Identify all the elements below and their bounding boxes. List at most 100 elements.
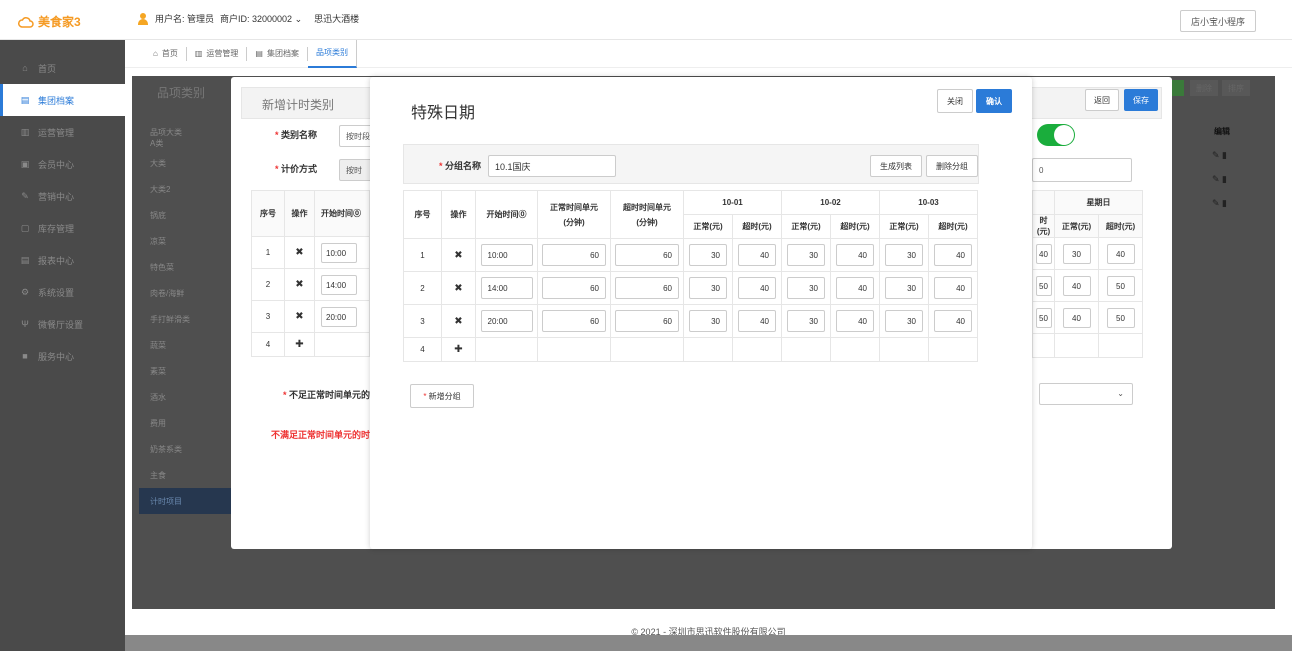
normal-price-input[interactable]: 30	[689, 277, 727, 299]
category-list-item[interactable]: 费用	[139, 410, 239, 436]
edit-delete-icons[interactable]: ✎ ▮	[1212, 174, 1227, 185]
normal-price-input[interactable]: 30	[885, 277, 923, 299]
remove-row-icon[interactable]: ✖	[441, 238, 476, 272]
overtime-price-input[interactable]: 40	[836, 310, 874, 332]
sidebar-item-service[interactable]: ■ 服务中心	[0, 340, 125, 372]
sidebar-item-home[interactable]: ⌂ 首页	[0, 52, 125, 84]
help-icon[interactable]: ⓪	[519, 210, 527, 219]
overtime-price-input[interactable]: 50	[1035, 307, 1052, 328]
overtime-price-input[interactable]: 40	[934, 310, 972, 332]
app-logo[interactable]: 美食家3	[18, 13, 81, 30]
back-button[interactable]: 返回	[1085, 89, 1119, 111]
start-time-input[interactable]: 10:00	[321, 242, 357, 263]
normal-price-input[interactable]: 30	[787, 310, 825, 332]
normal-price-input[interactable]: 30	[689, 244, 727, 266]
category-list-item[interactable]: 大类2	[139, 176, 239, 202]
overtime-unit-input[interactable]: 60	[615, 310, 679, 332]
tab-operations[interactable]: ▥ 运营管理	[187, 46, 248, 61]
start-time-input[interactable]: 14:00	[480, 277, 533, 299]
overtime-price-input[interactable]: 40	[836, 244, 874, 266]
overtime-unit-input[interactable]: 60	[615, 244, 679, 266]
overtime-price-input[interactable]: 40	[738, 277, 776, 299]
overtime-price-input[interactable]: 40	[836, 277, 874, 299]
category-list-item[interactable]: 酒水	[139, 384, 239, 410]
new-group-button[interactable]: * 新增分组	[410, 384, 474, 408]
remove-row-icon[interactable]: ✖	[284, 236, 315, 269]
category-list-item[interactable]: 手打鲜滑类	[139, 306, 239, 332]
mini-program-button[interactable]: 店小宝小程序	[1180, 10, 1256, 32]
normal-price-input[interactable]: 30	[1062, 243, 1091, 264]
background-delete-button[interactable]: 删除	[1190, 80, 1218, 96]
category-list-item[interactable]: 计时项目	[139, 488, 239, 514]
normal-price-input[interactable]: 30	[787, 277, 825, 299]
generate-list-button[interactable]: 生成列表	[870, 155, 922, 177]
merchant-dropdown[interactable]: 商户ID: 32000002 ⌄	[220, 12, 302, 25]
sidebar-item-file[interactable]: ▤ 集团档案	[0, 84, 125, 116]
sidebar-item-edit[interactable]: ✎ 营销中心	[0, 180, 125, 212]
help-icon[interactable]: ⓪	[353, 209, 361, 218]
category-list-item[interactable]: 蔬菜	[139, 332, 239, 358]
overtime-unit-input[interactable]: 60	[615, 277, 679, 299]
normal-price-input[interactable]: 30	[885, 310, 923, 332]
overtime-price-input[interactable]: 40	[1106, 243, 1135, 264]
add-row-icon[interactable]: ✚	[284, 332, 315, 357]
overtime-price-input[interactable]: 40	[738, 310, 776, 332]
category-list-item[interactable]: 主食	[139, 462, 239, 488]
enable-toggle[interactable]	[1037, 124, 1075, 146]
tab-item-category[interactable]: 品项类别	[307, 39, 357, 68]
overtime-price-input[interactable]: 50	[1106, 275, 1135, 296]
category-list-item[interactable]: 凉菜	[139, 228, 239, 254]
normal-price-input[interactable]: 40	[1062, 275, 1091, 296]
overtime-price-input[interactable]: 50	[1035, 275, 1052, 296]
normal-unit-input[interactable]: 60	[542, 244, 606, 266]
edit-icon: ✎	[21, 190, 29, 201]
start-time-input[interactable]: 20:00	[321, 306, 357, 327]
remove-row-icon[interactable]: ✖	[441, 304, 476, 338]
card-icon: ▣	[20, 158, 30, 169]
edit-delete-icons[interactable]: ✎ ▮	[1212, 198, 1227, 209]
group-name-input[interactable]: 10.1国庆	[488, 155, 616, 177]
sidebar-item-card[interactable]: ▣ 会员中心	[0, 148, 125, 180]
delete-group-button[interactable]: 删除分组	[926, 155, 978, 177]
category-list-item[interactable]: 特色菜	[139, 254, 239, 280]
sidebar-item-box[interactable]: ▢ 库存管理	[0, 212, 125, 244]
remove-row-icon[interactable]: ✖	[284, 268, 315, 301]
normal-unit-input[interactable]: 60	[542, 277, 606, 299]
start-time-input[interactable]: 10:00	[480, 244, 533, 266]
add-row-icon[interactable]: ✚	[441, 337, 476, 362]
normal-price-input[interactable]: 30	[885, 244, 923, 266]
sidebar-item-report[interactable]: ▤ 报表中心	[0, 244, 125, 276]
overtime-price-input[interactable]: 40	[738, 244, 776, 266]
confirm-button[interactable]: 确认	[976, 89, 1012, 113]
category-list-item[interactable]: 素菜	[139, 358, 239, 384]
value-input[interactable]: 0	[1032, 158, 1132, 182]
category-list-item[interactable]: 大类	[139, 150, 239, 176]
category-list-item[interactable]: 锅底	[139, 202, 239, 228]
close-button[interactable]: 关闭	[937, 89, 973, 113]
save-button[interactable]: 保存	[1124, 89, 1158, 111]
remove-row-icon[interactable]: ✖	[284, 300, 315, 333]
normal-price-input[interactable]: 40	[1062, 307, 1091, 328]
background-sort-button[interactable]: 排序	[1222, 80, 1250, 96]
sidebar-item-chart[interactable]: ▥ 运营管理	[0, 116, 125, 148]
category-list-item[interactable]: 奶茶系类	[139, 436, 239, 462]
sidebar-item-settings[interactable]: ⚙ 系统设置	[0, 276, 125, 308]
overtime-price-input[interactable]: 50	[1106, 307, 1135, 328]
normal-unit-input[interactable]: 60	[542, 310, 606, 332]
shortage-select[interactable]: ⌄	[1039, 383, 1133, 405]
start-time-input[interactable]: 20:00	[480, 310, 533, 332]
normal-price-input[interactable]: 30	[689, 310, 727, 332]
overtime-price-input[interactable]: 40	[934, 277, 972, 299]
overtime-price-input[interactable]: 40	[934, 244, 972, 266]
overtime-price-input[interactable]: 40	[1035, 243, 1052, 264]
edit-delete-icons[interactable]: ✎ ▮	[1212, 150, 1227, 161]
tab-group-archive[interactable]: ▤ 集团档案	[247, 46, 308, 61]
remove-row-icon[interactable]: ✖	[441, 271, 476, 305]
category-list-item[interactable]: A类	[139, 138, 239, 150]
start-time-input[interactable]: 14:00	[321, 274, 357, 295]
normal-price-input[interactable]: 30	[787, 244, 825, 266]
tab-home[interactable]: ⌂ 首页	[145, 46, 187, 61]
sidebar-item-restaurant[interactable]: Ψ 微餐厅设置	[0, 308, 125, 340]
background-green-button[interactable]	[1170, 80, 1184, 96]
category-list-item[interactable]: 肉卷/海鲜	[139, 280, 239, 306]
